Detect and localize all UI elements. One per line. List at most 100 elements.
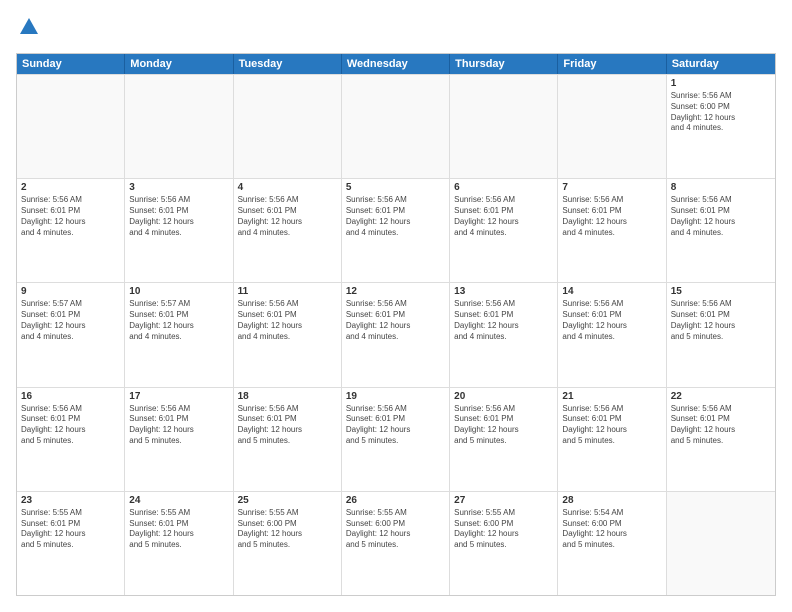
day-cell-8: 8 Sunrise: 5:56 AM Sunset: 6:01 PM Daylig… xyxy=(667,179,775,282)
day-cell-28: 28 Sunrise: 5:54 AM Sunset: 6:00 PM Dayli… xyxy=(558,492,666,595)
day-number: 10 xyxy=(129,286,228,297)
day-info: Sunrise: 5:56 AM Sunset: 6:01 PM Dayligh… xyxy=(21,195,120,238)
day-cell-25: 25Sunrise: 5:55 AM Sunset: 6:00 PM Dayli… xyxy=(234,492,342,595)
day-info: Sunrise: 5:56 AM Sunset: 6:00 PM Dayligh… xyxy=(671,91,771,134)
day-info: Sunrise: 5:55 AM Sunset: 6:00 PM Dayligh… xyxy=(238,508,337,551)
day-number: 12 xyxy=(346,286,445,297)
day-number: 6 xyxy=(454,182,553,193)
day-info: Sunrise: 5:56 AM Sunset: 6:01 PM Dayligh… xyxy=(454,299,553,342)
day-info: Sunrise: 5:56 AM Sunset: 6:01 PM Dayligh… xyxy=(454,195,553,238)
day-info: Sunrise: 5:56 AM Sunset: 6:01 PM Dayligh… xyxy=(671,195,771,238)
day-number: 14 xyxy=(562,286,661,297)
day-cell-13: 13 Sunrise: 5:56 AM Sunset: 6:01 PM Dayli… xyxy=(450,283,558,386)
day-cell-23: 23 Sunrise: 5:55 AM Sunset: 6:01 PM Dayli… xyxy=(17,492,125,595)
day-number: 26 xyxy=(346,495,445,506)
weekday-header-thursday: Thursday xyxy=(450,54,558,74)
calendar-row-0: 1 Sunrise: 5:56 AM Sunset: 6:00 PM Daylig… xyxy=(17,74,775,178)
day-info: Sunrise: 5:56 AM Sunset: 6:01 PM Dayligh… xyxy=(562,404,661,447)
day-cell-3: 3 Sunrise: 5:56 AM Sunset: 6:01 PM Daylig… xyxy=(125,179,233,282)
empty-cell xyxy=(234,75,342,178)
day-cell-11: 11 Sunrise: 5:56 AM Sunset: 6:01 PM Dayli… xyxy=(234,283,342,386)
logo-icon xyxy=(18,16,40,38)
day-info: Sunrise: 5:55 AM Sunset: 6:01 PM Dayligh… xyxy=(21,508,120,551)
day-number: 1 xyxy=(671,78,771,89)
day-number: 5 xyxy=(346,182,445,193)
empty-cell xyxy=(667,492,775,595)
day-number: 7 xyxy=(562,182,661,193)
day-info: Sunrise: 5:54 AM Sunset: 6:00 PM Dayligh… xyxy=(562,508,661,551)
day-number: 3 xyxy=(129,182,228,193)
day-info: Sunrise: 5:56 AM Sunset: 6:01 PM Dayligh… xyxy=(671,299,771,342)
day-info: Sunrise: 5:56 AM Sunset: 6:01 PM Dayligh… xyxy=(671,404,771,447)
day-cell-16: 16 Sunrise: 5:56 AM Sunset: 6:01 PM Dayli… xyxy=(17,388,125,491)
day-number: 4 xyxy=(238,182,337,193)
calendar-row-3: 16 Sunrise: 5:56 AM Sunset: 6:01 PM Dayli… xyxy=(17,387,775,491)
day-cell-22: 22Sunrise: 5:56 AM Sunset: 6:01 PM Dayli… xyxy=(667,388,775,491)
day-number: 13 xyxy=(454,286,553,297)
day-cell-15: 15 Sunrise: 5:56 AM Sunset: 6:01 PM Dayli… xyxy=(667,283,775,386)
day-number: 19 xyxy=(346,391,445,402)
day-info: Sunrise: 5:56 AM Sunset: 6:01 PM Dayligh… xyxy=(129,195,228,238)
empty-cell xyxy=(450,75,558,178)
day-number: 28 xyxy=(562,495,661,506)
day-number: 23 xyxy=(21,495,120,506)
day-info: Sunrise: 5:56 AM Sunset: 6:01 PM Dayligh… xyxy=(129,404,228,447)
day-number: 15 xyxy=(671,286,771,297)
day-info: Sunrise: 5:55 AM Sunset: 6:00 PM Dayligh… xyxy=(454,508,553,551)
day-number: 27 xyxy=(454,495,553,506)
calendar-row-2: 9 Sunrise: 5:57 AM Sunset: 6:01 PM Daylig… xyxy=(17,282,775,386)
day-cell-14: 14 Sunrise: 5:56 AM Sunset: 6:01 PM Dayli… xyxy=(558,283,666,386)
day-info: Sunrise: 5:57 AM Sunset: 6:01 PM Dayligh… xyxy=(129,299,228,342)
day-info: Sunrise: 5:56 AM Sunset: 6:01 PM Dayligh… xyxy=(454,404,553,447)
day-number: 11 xyxy=(238,286,337,297)
day-number: 16 xyxy=(21,391,120,402)
day-number: 21 xyxy=(562,391,661,402)
weekday-header-wednesday: Wednesday xyxy=(342,54,450,74)
header xyxy=(16,16,776,43)
day-cell-1: 1 Sunrise: 5:56 AM Sunset: 6:00 PM Daylig… xyxy=(667,75,775,178)
day-cell-9: 9 Sunrise: 5:57 AM Sunset: 6:01 PM Daylig… xyxy=(17,283,125,386)
day-info: Sunrise: 5:56 AM Sunset: 6:01 PM Dayligh… xyxy=(346,195,445,238)
page: SundayMondayTuesdayWednesdayThursdayFrid… xyxy=(0,0,792,612)
day-cell-4: 4Sunrise: 5:56 AM Sunset: 6:01 PM Daylig… xyxy=(234,179,342,282)
empty-cell xyxy=(17,75,125,178)
day-number: 18 xyxy=(238,391,337,402)
day-number: 17 xyxy=(129,391,228,402)
day-cell-12: 12 Sunrise: 5:56 AM Sunset: 6:01 PM Dayli… xyxy=(342,283,450,386)
day-number: 2 xyxy=(21,182,120,193)
day-info: Sunrise: 5:56 AM Sunset: 6:01 PM Dayligh… xyxy=(21,404,120,447)
day-number: 24 xyxy=(129,495,228,506)
day-number: 8 xyxy=(671,182,771,193)
day-cell-24: 24 Sunrise: 5:55 AM Sunset: 6:01 PM Dayli… xyxy=(125,492,233,595)
weekday-header-monday: Monday xyxy=(125,54,233,74)
day-info: Sunrise: 5:57 AM Sunset: 6:01 PM Dayligh… xyxy=(21,299,120,342)
weekday-header-friday: Friday xyxy=(558,54,666,74)
day-info: Sunrise: 5:56 AM Sunset: 6:01 PM Dayligh… xyxy=(238,299,337,342)
day-cell-6: 6 Sunrise: 5:56 AM Sunset: 6:01 PM Daylig… xyxy=(450,179,558,282)
day-cell-21: 21 Sunrise: 5:56 AM Sunset: 6:01 PM Dayli… xyxy=(558,388,666,491)
empty-cell xyxy=(125,75,233,178)
weekday-header-tuesday: Tuesday xyxy=(234,54,342,74)
day-cell-18: 18Sunrise: 5:56 AM Sunset: 6:01 PM Dayli… xyxy=(234,388,342,491)
day-cell-7: 7 Sunrise: 5:56 AM Sunset: 6:01 PM Daylig… xyxy=(558,179,666,282)
calendar-row-4: 23 Sunrise: 5:55 AM Sunset: 6:01 PM Dayli… xyxy=(17,491,775,595)
day-number: 9 xyxy=(21,286,120,297)
weekday-header-sunday: Sunday xyxy=(17,54,125,74)
calendar: SundayMondayTuesdayWednesdayThursdayFrid… xyxy=(16,53,776,596)
calendar-body: 1 Sunrise: 5:56 AM Sunset: 6:00 PM Daylig… xyxy=(17,74,775,595)
day-info: Sunrise: 5:56 AM Sunset: 6:01 PM Dayligh… xyxy=(562,299,661,342)
day-cell-19: 19Sunrise: 5:56 AM Sunset: 6:01 PM Dayli… xyxy=(342,388,450,491)
empty-cell xyxy=(342,75,450,178)
calendar-header: SundayMondayTuesdayWednesdayThursdayFrid… xyxy=(17,54,775,74)
empty-cell xyxy=(558,75,666,178)
day-cell-27: 27 Sunrise: 5:55 AM Sunset: 6:00 PM Dayli… xyxy=(450,492,558,595)
weekday-header-saturday: Saturday xyxy=(667,54,775,74)
day-number: 20 xyxy=(454,391,553,402)
day-cell-20: 20 Sunrise: 5:56 AM Sunset: 6:01 PM Dayli… xyxy=(450,388,558,491)
day-info: Sunrise: 5:55 AM Sunset: 6:00 PM Dayligh… xyxy=(346,508,445,551)
day-info: Sunrise: 5:56 AM Sunset: 6:01 PM Dayligh… xyxy=(346,299,445,342)
day-info: Sunrise: 5:55 AM Sunset: 6:01 PM Dayligh… xyxy=(129,508,228,551)
day-cell-26: 26 Sunrise: 5:55 AM Sunset: 6:00 PM Dayli… xyxy=(342,492,450,595)
day-info: Sunrise: 5:56 AM Sunset: 6:01 PM Dayligh… xyxy=(562,195,661,238)
logo xyxy=(16,16,40,43)
